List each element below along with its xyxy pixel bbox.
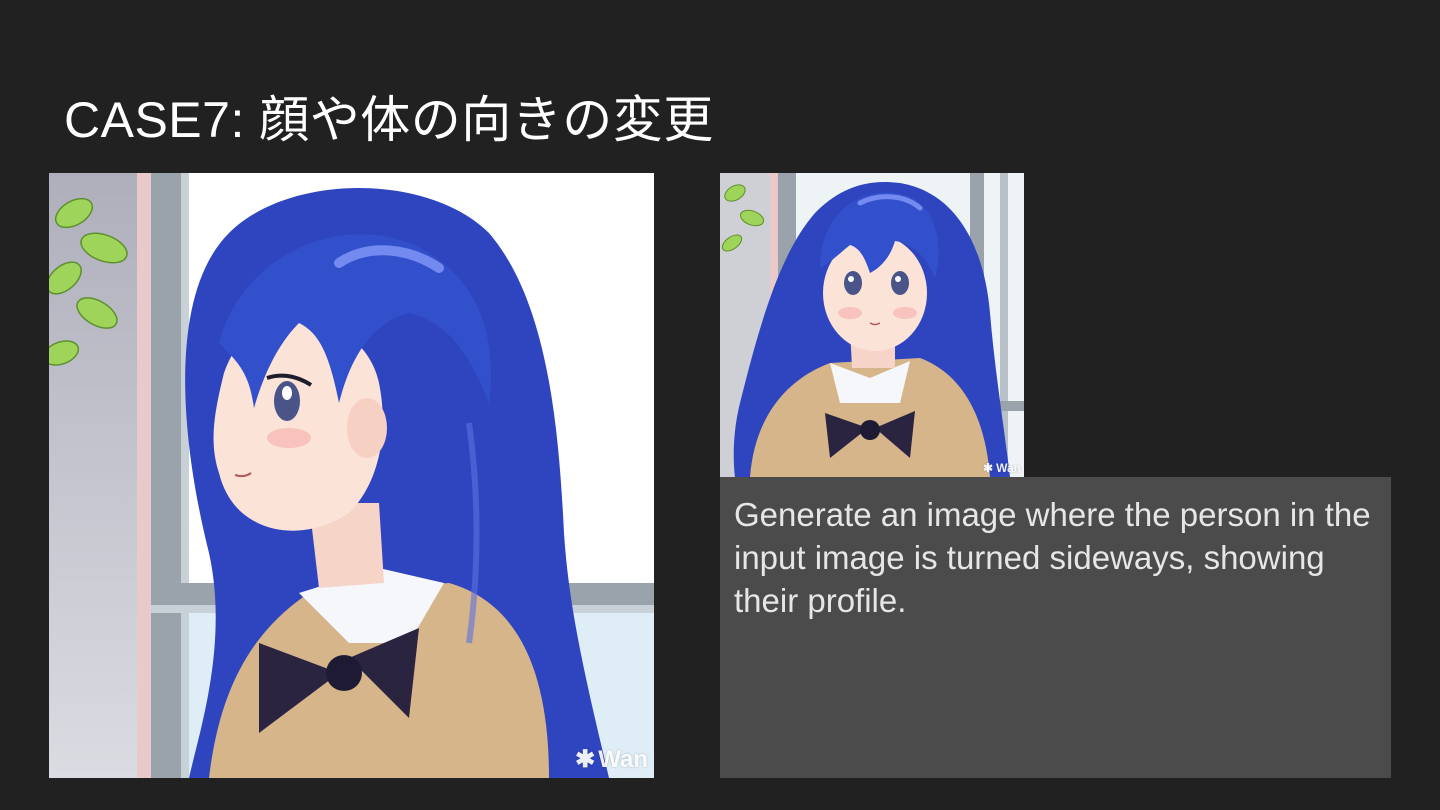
output-illustration	[49, 173, 654, 778]
watermark: ✱ Wan	[575, 745, 648, 774]
prompt-text: Generate an image where the person in th…	[734, 496, 1371, 619]
slide-title: CASE7: 顔や体の向きの変更	[64, 92, 714, 148]
prompt-box: Generate an image where the person in th…	[720, 477, 1391, 778]
watermark: ✱ Wan	[983, 461, 1021, 475]
watermark-label: Wan	[996, 461, 1021, 475]
output-image: ✱ Wan	[49, 173, 654, 778]
input-image: ✱ Wan	[720, 173, 1024, 477]
slide: CASE7: 顔や体の向きの変更 ✱ Wan ✱ Wan Generate an…	[0, 0, 1440, 810]
watermark-label: Wan	[598, 745, 648, 773]
wan-logo-icon: ✱	[575, 746, 596, 773]
wan-logo-icon: ✱	[983, 461, 994, 475]
input-illustration	[720, 173, 1024, 477]
